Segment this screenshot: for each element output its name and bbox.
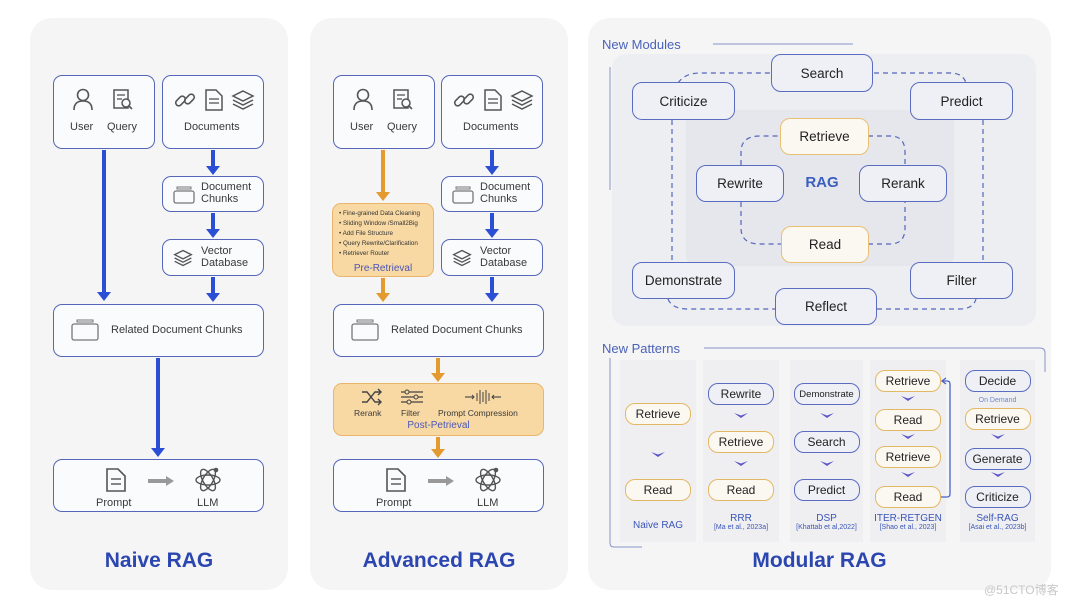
pattern-column (620, 360, 696, 542)
chevron-down-icon (734, 461, 748, 466)
pattern-step: Retrieve (875, 370, 941, 392)
pattern-name: DSP (816, 513, 837, 524)
pattern-step: Generate (964, 448, 1031, 470)
pattern-step: Read (875, 486, 941, 508)
pattern-reference: [Ma et al., 2023a] (713, 524, 769, 531)
pattern-reference: [Asai et al., 2023b] (968, 524, 1027, 531)
pattern-step: Read (708, 479, 774, 501)
chevron-down-icon (901, 396, 915, 401)
pattern-step: Decide (964, 370, 1031, 392)
pattern-step: Retrieve (964, 408, 1031, 430)
chevron-down-icon (734, 413, 748, 418)
on-demand-note: On Demand (978, 397, 1017, 404)
pattern-name: Naive RAG (632, 520, 683, 531)
pattern-reference: [Khattab et al,2022] (796, 524, 857, 531)
pattern-step: Read (875, 409, 941, 431)
pattern-step: Rewrite (708, 383, 774, 405)
chevron-down-icon (819, 461, 834, 466)
chevron-down-icon (819, 413, 834, 418)
pattern-step: Demonstrate (793, 383, 860, 405)
chevron-down-icon (901, 472, 915, 477)
watermark: @51CTO博客 (984, 583, 1059, 597)
chevron-down-icon (990, 434, 1005, 439)
pattern-reference: [Shao et al., 2023] (879, 524, 937, 531)
pattern-name: RRR (730, 513, 752, 524)
chevron-down-icon (990, 472, 1005, 477)
pattern-name: Self-RAG (976, 513, 1019, 524)
pattern-name: ITER-RETGEN (874, 513, 942, 524)
pattern-step: Retrieve (875, 446, 941, 468)
modular-rag-title: Modular RAG (752, 549, 887, 572)
pattern-step: Retrieve (625, 403, 691, 425)
loop-arrow (940, 377, 951, 498)
pattern-step: Read (625, 479, 691, 501)
chevron-down-icon (901, 434, 915, 439)
pattern-step: Search (793, 431, 860, 453)
pattern-step: Predict (793, 479, 860, 501)
chevron-down-icon (651, 452, 665, 457)
pattern-step: Criticize (964, 486, 1031, 508)
pattern-step: Retrieve (708, 431, 774, 453)
